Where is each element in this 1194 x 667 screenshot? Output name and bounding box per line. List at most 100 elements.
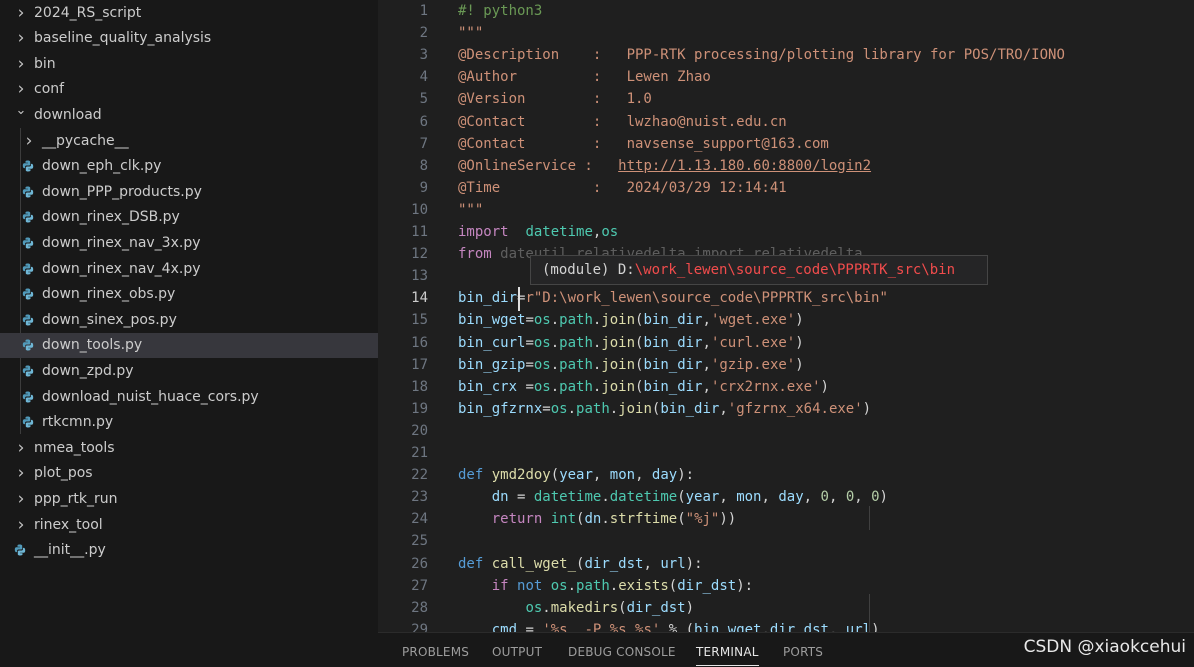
tree-item-label: __pycache__ xyxy=(42,132,129,149)
chevron-right-icon: › xyxy=(17,437,25,458)
code-text: dn = datetime.datetime(year, mon, day, 0… xyxy=(491,489,888,506)
python-file-icon xyxy=(22,237,34,249)
tree-file[interactable]: down_PPP_products.py xyxy=(0,179,378,204)
tree-file[interactable]: down_zpd.py xyxy=(0,358,378,383)
chevron-right-icon: › xyxy=(17,79,25,100)
line-number: 21 xyxy=(411,445,428,461)
line-number: 16 xyxy=(411,334,428,351)
code-text: @Author : Lewen Zhao xyxy=(458,69,711,86)
code-text: def ymd2doy(year, mon, day): xyxy=(458,467,695,484)
tree-folder[interactable]: › rinex_tool xyxy=(0,512,378,537)
python-file-icon xyxy=(22,211,34,223)
tree-folder[interactable]: ⌄ download xyxy=(0,102,378,127)
code-line: 29 cmd = '%s -P %s %s' % (bin_wget,dir_d… xyxy=(378,619,1194,632)
chevron-right-icon: › xyxy=(17,28,25,49)
code-editor[interactable]: 1 #! python3 2 """ 3 @Description : PPP-RTK p… xyxy=(378,0,1194,632)
tree-folder[interactable]: › baseline_quality_analysis xyxy=(0,26,378,51)
code-line: 3 @Description : PPP-RTK processing/plott… xyxy=(378,44,1194,66)
tree-folder[interactable]: › nmea_tools xyxy=(0,435,378,460)
tab-ports[interactable]: PORTS xyxy=(783,645,823,659)
hover-prefix: (module) xyxy=(542,262,618,278)
tree-item-label: down_rinex_DSB.py xyxy=(42,209,180,226)
python-file-icon xyxy=(22,186,34,198)
python-file-icon xyxy=(22,416,34,428)
text-cursor xyxy=(518,287,520,311)
tab-terminal[interactable]: TERMINAL xyxy=(696,645,759,666)
python-file-icon xyxy=(22,391,34,403)
line-number: 24 xyxy=(411,511,428,528)
code-line: 24 return int(dn.strftime("%j")) xyxy=(378,508,1194,530)
code-line: 7 @Contact : navsense_support@163.com xyxy=(378,133,1194,155)
tree-file[interactable]: __init__.py xyxy=(0,538,378,563)
line-number: 25 xyxy=(411,533,428,550)
tab-problems[interactable]: PROBLEMS xyxy=(402,645,469,659)
line-number: 14 xyxy=(411,290,428,307)
code-text: #! python3 xyxy=(458,3,543,19)
code-text: bin_gfzrnx=os.path.join(bin_dir,'gfzrnx_… xyxy=(458,400,872,417)
tree-file[interactable]: down_sinex_pos.py xyxy=(0,307,378,332)
code-line: 16 bin_curl=os.path.join(bin_dir,'curl.ex… xyxy=(378,332,1194,354)
tree-item-label: bin xyxy=(34,55,56,72)
tree-folder[interactable]: › ppp_rtk_run xyxy=(0,486,378,511)
python-file-icon xyxy=(22,263,34,275)
tree-item-label: nmea_tools xyxy=(34,439,115,456)
code-text: bin_crx =os.path.join(bin_dir,'crx2rnx.e… xyxy=(458,378,829,395)
tree-folder[interactable]: › __pycache__ xyxy=(0,128,378,153)
tree-file[interactable]: down_rinex_nav_4x.py xyxy=(0,256,378,281)
line-number: 19 xyxy=(411,400,428,417)
python-file-icon xyxy=(22,288,34,300)
tree-item-label: down_sinex_pos.py xyxy=(42,311,177,328)
code-text: """ xyxy=(458,201,484,218)
code-text: bin_gzip=os.path.join(bin_dir,'gzip.exe'… xyxy=(458,356,804,373)
tree-file[interactable]: down_rinex_obs.py xyxy=(0,282,378,307)
line-number: 4 xyxy=(419,69,428,86)
code-line: 11 import datetime,os xyxy=(378,221,1194,243)
line-number: 9 xyxy=(419,179,428,196)
tree-file[interactable]: down_rinex_DSB.py xyxy=(0,205,378,230)
tree-file[interactable]: rtkcmn.py xyxy=(0,410,378,435)
tree-item-label: download_nuist_huace_cors.py xyxy=(42,388,259,405)
line-number: 13 xyxy=(411,268,428,285)
tree-file[interactable]: download_nuist_huace_cors.py xyxy=(0,384,378,409)
chevron-right-icon: › xyxy=(17,2,25,23)
code-line: 18 bin_crx =os.path.join(bin_dir,'crx2rnx… xyxy=(378,376,1194,398)
code-line: 1 #! python3 xyxy=(378,0,1194,22)
line-number: 5 xyxy=(419,91,428,108)
tree-folder[interactable]: › 2024_RS_script xyxy=(0,0,378,25)
tree-folder[interactable]: › bin xyxy=(0,51,378,76)
line-number: 20 xyxy=(411,422,428,439)
tree-item-label: rtkcmn.py xyxy=(42,414,114,431)
code-line: 17 bin_gzip=os.path.join(bin_dir,'gzip.ex… xyxy=(378,354,1194,376)
code-text: bin_curl=os.path.join(bin_dir,'curl.exe'… xyxy=(458,334,804,351)
tree-item-label: down_tools.py xyxy=(42,337,143,354)
python-file-icon xyxy=(22,339,34,351)
code-text: def call_wget_(dir_dst, url): xyxy=(458,555,703,572)
code-line: 19 bin_gfzrnx=os.path.join(bin_dir,'gfzrn… xyxy=(378,398,1194,420)
line-number: 15 xyxy=(411,312,428,329)
python-file-icon xyxy=(22,314,34,326)
code-line: 10 """ xyxy=(378,199,1194,221)
line-number: 12 xyxy=(411,246,428,263)
code-text: bin_dir=r"D:\work_lewen\source_code\PPPR… xyxy=(458,290,888,307)
line-number: 1 xyxy=(419,3,428,19)
code-text: @Description : PPP-RTK processing/plotti… xyxy=(458,47,1065,64)
code-line: 8 @OnlineService : http://1.13.180.60:880… xyxy=(378,155,1194,177)
tree-file[interactable]: down_eph_clk.py xyxy=(0,154,378,179)
tab-debug-console[interactable]: DEBUG CONSOLE xyxy=(568,645,676,659)
code-text: @OnlineService : http://1.13.180.60:8800… xyxy=(458,157,872,174)
tree-item-label: down_rinex_nav_4x.py xyxy=(42,260,201,277)
indent-guide xyxy=(869,594,870,632)
tree-folder[interactable]: › plot_pos xyxy=(0,461,378,486)
tree-item-label: ppp_rtk_run xyxy=(34,490,118,507)
tree-item-label: down_rinex_nav_3x.py xyxy=(42,234,201,251)
explorer-sidebar: › 2024_RS_script › baseline_quality_analysi… xyxy=(0,0,378,667)
line-number: 23 xyxy=(411,489,428,506)
tree-file[interactable]: down_tools.py xyxy=(0,332,378,358)
tab-output[interactable]: OUTPUT xyxy=(492,645,542,659)
code-line: 14 bin_dir=r"D:\work_lewen\source_code\PP… xyxy=(378,287,1194,309)
line-number: 11 xyxy=(411,224,428,240)
code-text: import datetime,os xyxy=(458,224,619,240)
tree-file[interactable]: down_rinex_nav_3x.py xyxy=(0,230,378,255)
tree-folder[interactable]: › conf xyxy=(0,77,378,102)
code-line: 15 bin_wget=os.path.join(bin_dir,'wget.ex… xyxy=(378,309,1194,331)
